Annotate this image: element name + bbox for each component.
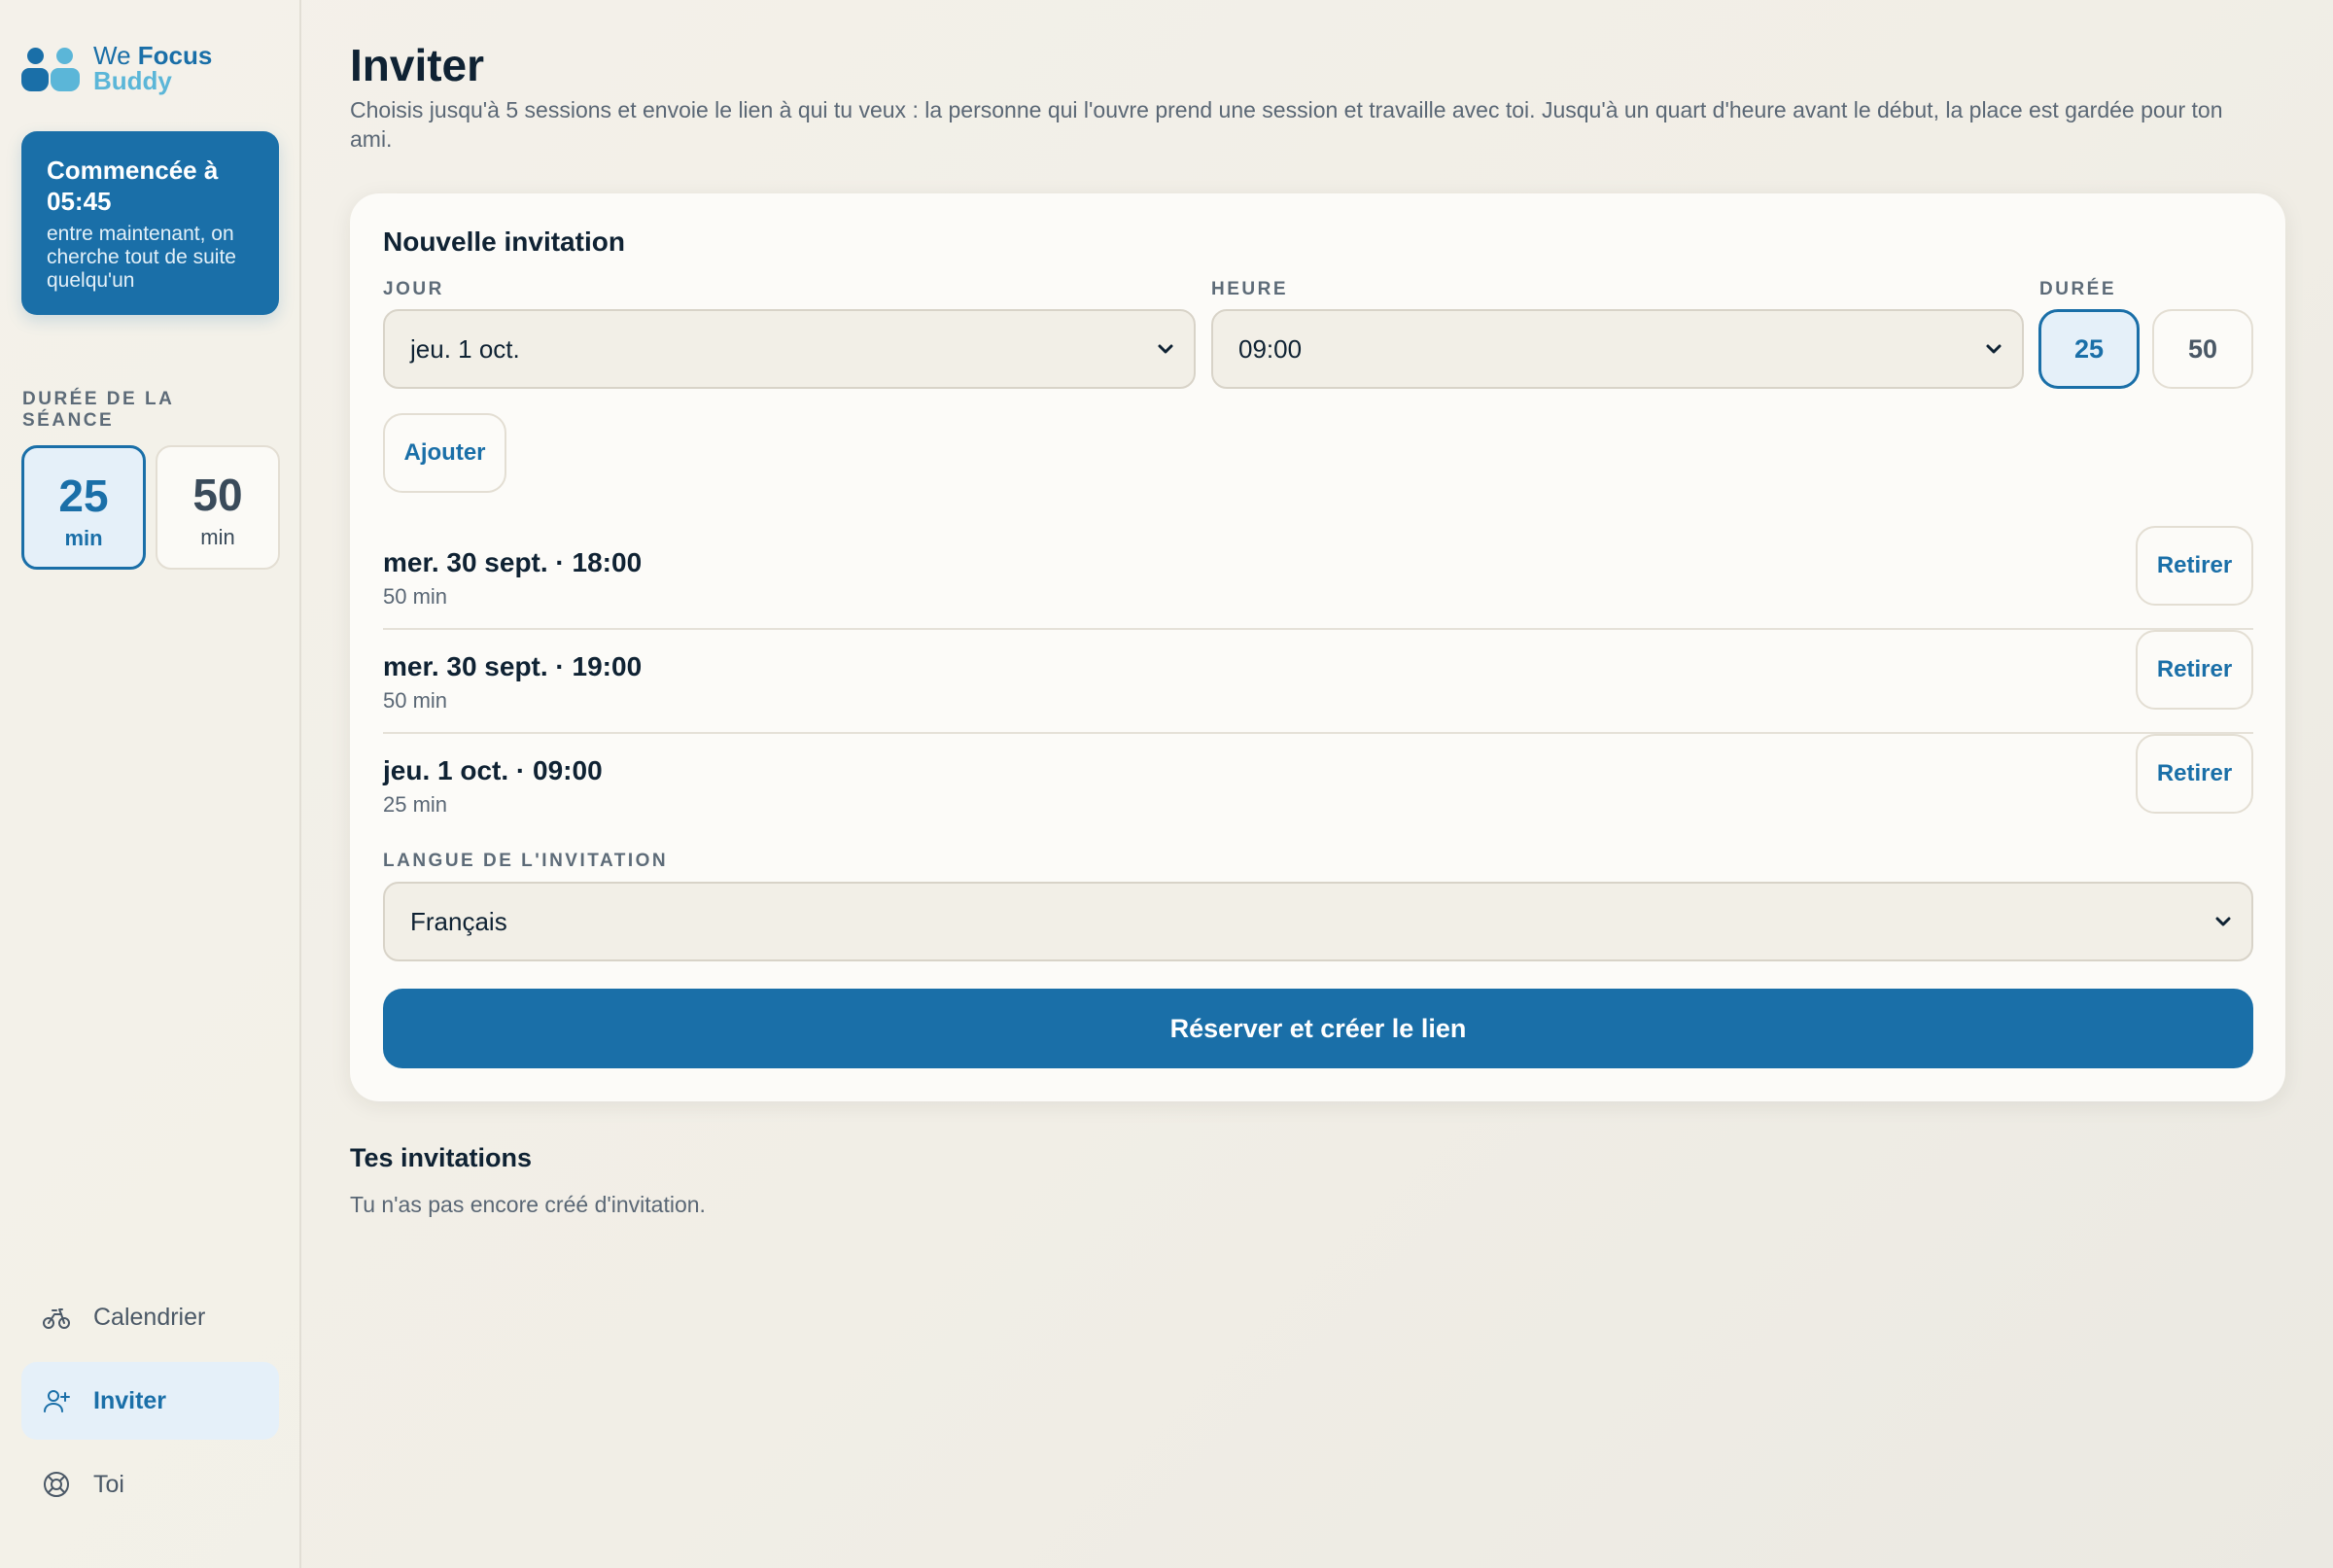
- nav-label: Toi: [93, 1470, 124, 1498]
- session-datetime: mer. 30 sept. · 18:00: [383, 547, 643, 577]
- status-subtitle: entre maintenant, on cherche tout de sui…: [47, 223, 236, 292]
- sidebar-duration-25[interactable]: 25 min: [21, 445, 146, 570]
- duration-unit: min: [64, 526, 103, 550]
- day-label: JOUR: [383, 279, 444, 299]
- page-description: Choisis jusqu'à 5 sessions et envoie le …: [350, 97, 2223, 152]
- duration-button-50[interactable]: 50: [2152, 309, 2253, 389]
- remove-session-button[interactable]: Retirer: [2136, 630, 2253, 710]
- language-select[interactable]: Français: [383, 882, 2253, 961]
- page-title: Inviter: [350, 40, 485, 90]
- duration-value: 25: [58, 470, 109, 521]
- hour-label: HEURE: [1211, 279, 1289, 299]
- hour-select[interactable]: 09:00: [1211, 309, 2024, 389]
- session-datetime: jeu. 1 oct. · 09:00: [383, 755, 603, 785]
- duration-label: DURÉE: [2039, 279, 2117, 299]
- chevron-down-icon: [1986, 344, 2002, 354]
- remove-session-button[interactable]: Retirer: [2136, 734, 2253, 814]
- list-item: mer. 30 sept. · 18:00 50 min Retirer: [383, 526, 2253, 630]
- user-plus-icon: [44, 1390, 70, 1412]
- nav-label: Inviter: [93, 1386, 167, 1414]
- lifebuoy-icon: [44, 1472, 69, 1497]
- duration-unit: min: [200, 525, 235, 549]
- app-logo[interactable]: We Focus Buddy: [21, 43, 212, 93]
- remove-session-button[interactable]: Retirer: [2136, 526, 2253, 606]
- nav-item-calendrier[interactable]: Calendrier: [21, 1278, 279, 1356]
- nav-item-toi[interactable]: Toi: [21, 1446, 279, 1523]
- chevron-down-icon: [2215, 917, 2231, 926]
- hour-value: 09:00: [1238, 333, 1303, 364]
- day-select[interactable]: jeu. 1 oct.: [383, 309, 1196, 389]
- invitations-title: Tes invitations: [350, 1143, 533, 1172]
- brand-buddy: Buddy: [93, 66, 172, 95]
- sidebar: We Focus Buddy Commencée à 05:45 entre m…: [0, 0, 301, 1568]
- session-duration-label: DURÉE DE LA SÉANCE: [22, 389, 174, 431]
- new-invitation-card: Nouvelle invitation JOUR jeu. 1 oct. HEU…: [350, 193, 2285, 1101]
- logo-text: We Focus Buddy: [93, 43, 212, 93]
- session-length: 50 min: [383, 688, 448, 713]
- language-value: Français: [410, 906, 507, 936]
- status-title: Commencée à 05:45: [47, 156, 219, 216]
- logo-mark-icon: [21, 44, 80, 92]
- nav-item-inviter[interactable]: Inviter: [21, 1362, 279, 1440]
- book-and-create-link-button[interactable]: Réserver et créer le lien: [383, 989, 2253, 1068]
- day-value: jeu. 1 oct.: [410, 333, 520, 364]
- invitations-empty-state: Tu n'as pas encore créé d'invitation.: [350, 1192, 706, 1217]
- card-title: Nouvelle invitation: [383, 226, 625, 257]
- session-datetime: mer. 30 sept. · 19:00: [383, 651, 643, 681]
- list-item: mer. 30 sept. · 19:00 50 min Retirer: [383, 630, 2253, 734]
- bike-icon: [43, 1308, 70, 1329]
- list-item: jeu. 1 oct. · 09:00 25 min Retirer: [383, 734, 2253, 838]
- duration-button-25[interactable]: 25: [2038, 309, 2140, 389]
- duration-value: 50: [192, 470, 243, 520]
- session-length: 50 min: [383, 584, 448, 609]
- nav-label: Calendrier: [93, 1303, 206, 1331]
- chevron-down-icon: [1158, 344, 1173, 354]
- session-length: 25 min: [383, 792, 448, 817]
- sidebar-duration-50[interactable]: 50 min: [156, 445, 280, 570]
- language-label: LANGUE DE L'INVITATION: [383, 851, 669, 871]
- session-status-card[interactable]: Commencée à 05:45 entre maintenant, on c…: [21, 131, 279, 315]
- add-session-button[interactable]: Ajouter: [383, 413, 506, 493]
